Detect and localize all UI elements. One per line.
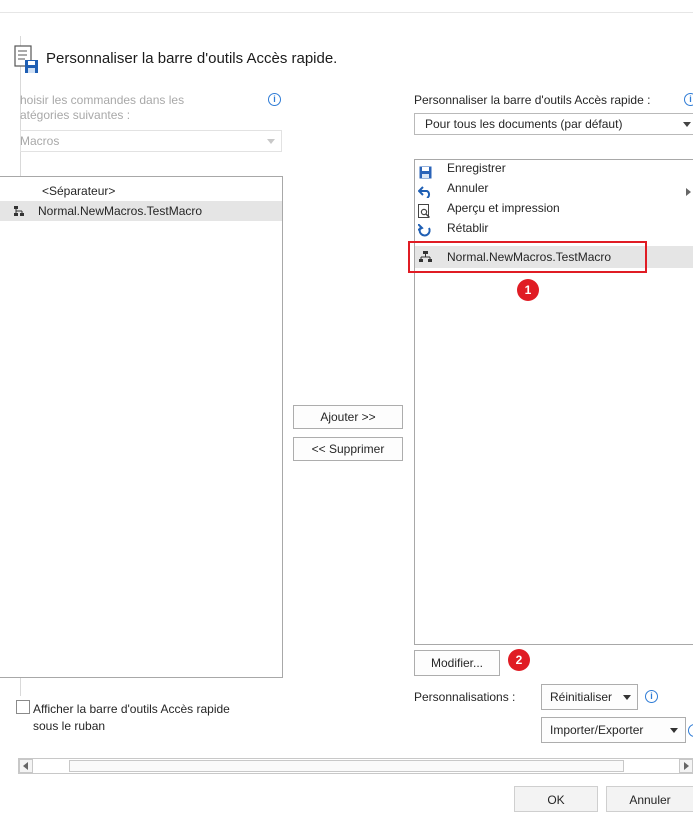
- choose-commands-label-line1: hoisir les commandes dans les: [20, 93, 185, 107]
- highlight-box: [408, 241, 647, 273]
- list-item-label: Rétablir: [447, 221, 489, 235]
- remove-button-label: << Supprimer: [311, 442, 385, 456]
- chevron-down-icon: [623, 695, 631, 700]
- info-icon[interactable]: i: [268, 93, 281, 106]
- show-below-ribbon-label-line2: sous le ruban: [33, 719, 106, 733]
- info-icon[interactable]: i: [688, 724, 693, 737]
- list-item-label: <Séparateur>: [42, 184, 116, 198]
- category-select[interactable]: Macros: [20, 130, 282, 152]
- scroll-thumb[interactable]: [69, 760, 624, 772]
- available-commands-list[interactable]: <Séparateur> Normal.NewMacros.TestMacro: [0, 176, 283, 678]
- reset-dropdown[interactable]: Réinitialiser: [541, 684, 638, 710]
- chevron-down-icon: [267, 139, 275, 144]
- top-border: [0, 12, 693, 13]
- scroll-right-button[interactable]: [679, 759, 693, 773]
- ok-button-label: OK: [547, 793, 565, 807]
- cancel-button-label: Annuler: [629, 793, 671, 807]
- undo-icon: [418, 186, 431, 198]
- scope-select[interactable]: Pour tous les documents (par défaut): [414, 113, 693, 135]
- list-item-label: Annuler: [447, 181, 489, 195]
- list-item-label: Aperçu et impression: [447, 201, 560, 215]
- list-item-label: Enregistrer: [447, 161, 506, 175]
- quick-access-toolbar-icon: [14, 45, 38, 73]
- info-icon[interactable]: i: [684, 93, 693, 106]
- save-icon: [419, 166, 432, 179]
- show-below-ribbon-label-line1: Afficher la barre d'outils Accès rapide: [33, 702, 230, 716]
- annotation-badge-1: 1: [517, 279, 539, 301]
- toolbar-commands-list[interactable]: Enregistrer Annuler Aperçu et impression…: [414, 159, 693, 645]
- modify-button[interactable]: Modifier...: [414, 650, 500, 676]
- modify-button-label: Modifier...: [430, 656, 484, 670]
- chevron-down-icon: [683, 122, 691, 127]
- reset-dropdown-label: Réinitialiser: [550, 690, 613, 704]
- info-icon[interactable]: i: [645, 690, 658, 703]
- dialog-title: Personnaliser la barre d'outils Accès ra…: [46, 50, 338, 67]
- import-export-dropdown[interactable]: Importer/Exporter: [541, 717, 686, 743]
- import-export-dropdown-label: Importer/Exporter: [550, 723, 644, 737]
- redo-icon: [418, 224, 431, 237]
- submenu-arrow-icon: [686, 188, 691, 196]
- list-item-separator[interactable]: <Séparateur>: [0, 181, 282, 201]
- remove-button[interactable]: << Supprimer: [293, 437, 403, 461]
- list-item-testmacro[interactable]: Normal.NewMacros.TestMacro: [0, 201, 282, 221]
- macro-icon: [14, 206, 24, 216]
- add-button-label: Ajouter >>: [320, 410, 376, 424]
- arrow-right-icon: [684, 762, 689, 770]
- print-preview-icon: [418, 204, 430, 218]
- list-item-label: Normal.NewMacros.TestMacro: [38, 204, 203, 218]
- show-below-ribbon-checkbox[interactable]: [16, 700, 30, 714]
- customizations-label: Personnalisations :: [414, 690, 516, 704]
- category-select-value: Macros: [20, 134, 60, 148]
- add-button[interactable]: Ajouter >>: [293, 405, 403, 429]
- customize-toolbar-label: Personnaliser la barre d'outils Accès ra…: [414, 93, 651, 107]
- scroll-left-button[interactable]: [19, 759, 33, 773]
- list-item-retablir[interactable]: Rétablir: [415, 221, 693, 242]
- cancel-button[interactable]: Annuler: [606, 786, 693, 812]
- scope-select-value: Pour tous les documents (par défaut): [425, 117, 623, 131]
- ok-button[interactable]: OK: [514, 786, 598, 812]
- arrow-left-icon: [23, 762, 28, 770]
- choose-commands-label-line2: atégories suivantes :: [20, 108, 131, 122]
- annotation-badge-2: 2: [508, 649, 530, 671]
- horizontal-scrollbar[interactable]: [18, 758, 693, 774]
- chevron-down-icon: [670, 728, 678, 733]
